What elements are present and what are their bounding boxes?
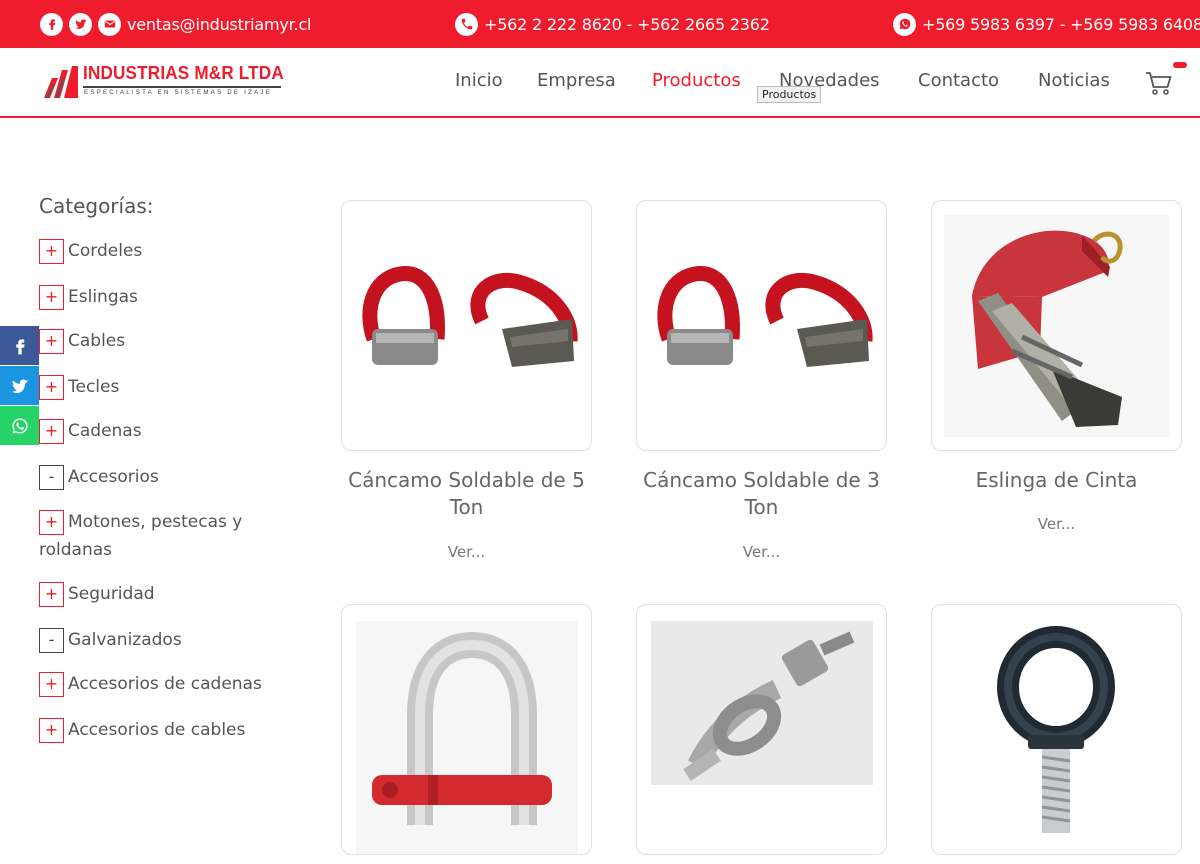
twitter-icon	[11, 378, 28, 393]
collapse-toggle[interactable]: -	[39, 464, 64, 490]
cart-badge	[1173, 62, 1187, 68]
category-tecles[interactable]: + Tecles	[39, 373, 289, 401]
categories-heading: Categorías:	[39, 194, 154, 218]
company-logo[interactable]: INDUSTRIAS M&R LTDA ESPECIALISTA EN SIST…	[42, 62, 292, 106]
nav-tooltip: Productos	[757, 86, 822, 103]
category-accesorios-cables[interactable]: + Accesorios de cables	[39, 716, 289, 744]
shackle-image	[356, 621, 578, 854]
category-accesorios-cadenas[interactable]: + Accesorios de cadenas	[39, 670, 289, 698]
category-cordeles[interactable]: + Cordeles	[39, 237, 289, 265]
top-contact-bar: ventas@industriamyr.cl +562 2 222 8620 -…	[0, 0, 1200, 48]
expand-toggle[interactable]: +	[39, 328, 64, 354]
product-card-eslinga-cinta[interactable]	[931, 200, 1182, 451]
category-label[interactable]: Eslingas	[68, 287, 138, 307]
expand-toggle[interactable]: +	[39, 717, 64, 743]
category-label[interactable]: Cables	[68, 331, 125, 351]
product-card-shackle[interactable]	[341, 604, 592, 855]
expand-toggle[interactable]: +	[39, 509, 64, 535]
cart-icon[interactable]	[1144, 68, 1174, 98]
social-whatsapp-button[interactable]	[0, 406, 39, 445]
whatsapp-icon	[11, 417, 28, 433]
nav-productos[interactable]: Productos	[652, 70, 741, 91]
logo-title: INDUSTRIAS M&R LTDA	[83, 63, 284, 83]
whatsapp-numbers[interactable]: +569 5983 6397 - +569 5983 6408	[922, 15, 1200, 34]
expand-toggle[interactable]: +	[39, 671, 64, 697]
phone-icon	[455, 12, 478, 36]
category-label[interactable]: Cordeles	[68, 241, 142, 261]
main-header: INDUSTRIAS M&R LTDA ESPECIALISTA EN SIST…	[0, 48, 1200, 118]
product-card-eye-bolt[interactable]	[931, 604, 1182, 855]
category-label[interactable]: Accesorios de cadenas	[68, 674, 262, 694]
expand-toggle[interactable]: +	[39, 374, 64, 400]
category-label[interactable]: Galvanizados	[68, 630, 182, 650]
product-card-swivel[interactable]	[636, 604, 887, 855]
category-label[interactable]: Accesorios de cables	[68, 720, 245, 740]
product-title[interactable]: Cáncamo Soldable de 3 Ton	[636, 467, 887, 521]
ratchet-strap-image	[944, 215, 1169, 437]
nav-contacto[interactable]: Contacto	[918, 70, 999, 91]
category-label[interactable]: Motones, pestecas y roldanas	[39, 512, 242, 560]
social-facebook-button[interactable]	[0, 326, 39, 365]
category-cables[interactable]: + Cables	[39, 327, 289, 355]
product-card-cancamo-5[interactable]	[341, 200, 592, 451]
category-cadenas[interactable]: + Cadenas	[39, 417, 289, 445]
phone-numbers[interactable]: +562 2 222 8620 - +562 2665 2362	[484, 15, 770, 34]
product-view-link[interactable]: Ver...	[341, 543, 592, 561]
expand-toggle[interactable]: +	[39, 581, 64, 607]
mail-icon[interactable]	[98, 12, 121, 36]
lifting-point-image	[362, 266, 578, 367]
logo-divider	[83, 86, 281, 88]
category-label[interactable]: Seguridad	[68, 584, 155, 604]
social-twitter-button[interactable]	[0, 366, 39, 405]
collapse-toggle[interactable]: -	[39, 627, 64, 653]
product-title[interactable]: Cáncamo Soldable de 5 Ton	[341, 467, 592, 521]
nav-empresa[interactable]: Empresa	[537, 70, 616, 91]
expand-toggle[interactable]: +	[39, 418, 64, 444]
email-text[interactable]: ventas@industriamyr.cl	[127, 15, 311, 34]
product-view-link[interactable]: Ver...	[636, 543, 887, 561]
expand-toggle[interactable]: +	[39, 238, 64, 264]
expand-toggle[interactable]: +	[39, 284, 64, 310]
twitter-icon[interactable]	[69, 12, 92, 36]
email-group: ventas@industriamyr.cl	[40, 0, 311, 48]
whatsapp-icon	[893, 12, 916, 36]
category-eslingas[interactable]: + Eslingas	[39, 283, 289, 311]
lifting-point-image	[657, 266, 873, 367]
category-label[interactable]: Tecles	[68, 377, 119, 397]
logo-subtitle: ESPECIALISTA EN SISTEMAS DE IZAJE	[84, 89, 273, 96]
nav-noticias[interactable]: Noticias	[1038, 70, 1110, 91]
whatsapp-group: +569 5983 6397 - +569 5983 6408	[893, 0, 1200, 48]
eye-bolt-image	[997, 626, 1115, 833]
facebook-icon[interactable]	[40, 12, 63, 36]
category-galvanizados[interactable]: - Galvanizados	[39, 626, 289, 654]
facebook-icon	[15, 338, 25, 354]
category-accesorios[interactable]: - Accesorios	[39, 463, 289, 491]
nav-inicio[interactable]: Inicio	[455, 70, 503, 91]
product-card-cancamo-3[interactable]	[636, 200, 887, 451]
phone-group: +562 2 222 8620 - +562 2665 2362	[455, 0, 770, 48]
swivel-image	[651, 621, 873, 785]
category-motones[interactable]: + Motones, pestecas y roldanas	[39, 508, 289, 564]
product-view-link[interactable]: Ver...	[931, 515, 1182, 533]
product-title[interactable]: Eslinga de Cinta	[931, 467, 1182, 494]
category-label[interactable]: Accesorios	[68, 467, 159, 487]
category-label[interactable]: Cadenas	[68, 421, 142, 441]
logo-mark-icon	[44, 66, 78, 98]
category-seguridad[interactable]: + Seguridad	[39, 580, 289, 608]
